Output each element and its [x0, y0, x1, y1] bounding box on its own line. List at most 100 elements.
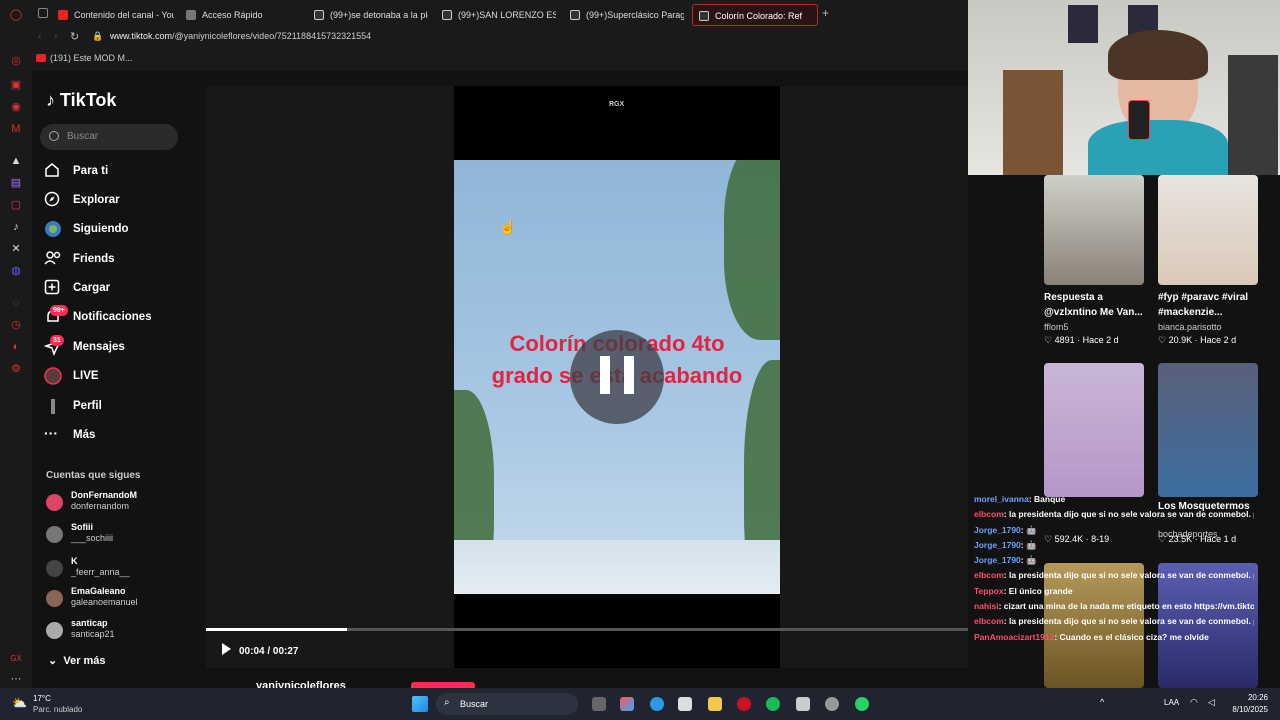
video-card-stats: ♡ 20.9K · Hace 2 d [1158, 335, 1237, 345]
nav-siguiendo[interactable]: Siguiendo [44, 217, 194, 241]
nav-mas[interactable]: ··· Más [44, 423, 194, 447]
mail-icon[interactable]: M [9, 122, 23, 136]
more-icon[interactable]: ⋯ [9, 672, 23, 686]
sidebar-app-icon[interactable]: ▲ [9, 154, 23, 168]
new-tab-button[interactable]: + [822, 6, 829, 20]
following-item[interactable]: santicap santicap21 [44, 618, 194, 646]
see-more-button[interactable]: ⌄ Ver más [48, 654, 106, 667]
nav-cargar[interactable]: Cargar [44, 276, 194, 300]
nav-friends[interactable]: Friends [44, 247, 194, 271]
chat-username[interactable]: elbcom [974, 509, 1004, 519]
chat-username[interactable]: elbcom [974, 570, 1004, 580]
windows-start-icon[interactable] [412, 696, 428, 712]
instagram-icon[interactable]: ▢ [9, 198, 23, 212]
back-icon[interactable]: ‹ [38, 31, 41, 42]
chat-username[interactable]: Jorge_1790 [974, 525, 1021, 535]
video-progress-bar[interactable] [206, 628, 968, 631]
sidebar-app-icon[interactable]: GX [9, 652, 23, 666]
copilot-icon[interactable] [620, 697, 634, 711]
tab[interactable]: (99+)se detonaba a la ple [308, 4, 428, 26]
chat-username[interactable]: morel_ivanna [974, 494, 1029, 504]
nav-para-ti[interactable]: Para ti [44, 159, 194, 183]
chat-username[interactable]: Jorge_1790 [974, 540, 1021, 550]
video-card-author[interactable]: fflom5 [1044, 322, 1144, 332]
sidebar-app-icon[interactable]: ◌ [9, 296, 23, 310]
settings-icon[interactable] [825, 697, 839, 711]
nav-perfil[interactable]: Perfil [44, 394, 194, 418]
notification-badge: 99+ [50, 305, 68, 316]
tab[interactable]: (99+)Superclásico Parag [564, 4, 684, 26]
tiktok-icon [314, 10, 324, 20]
clock-date[interactable]: 8/10/2025 [1222, 705, 1268, 714]
taskbar-search[interactable]: ⌕ Buscar [436, 693, 578, 715]
messenger-icon[interactable]: ◉ [9, 100, 23, 114]
store-icon[interactable] [678, 697, 692, 711]
video-card[interactable]: #fyp #paravc #viral #mackenzie... bianca.… [1158, 175, 1258, 346]
following-item[interactable]: Sofiii ___sochiiii [44, 522, 194, 550]
url-field[interactable]: www.tiktok.com/@yaniynicoleflores/video/… [110, 31, 371, 41]
discord-icon[interactable]: ◍ [9, 264, 23, 278]
opera-logo-icon[interactable]: ◯ [9, 8, 23, 22]
friends-icon [44, 250, 62, 268]
notepad-icon[interactable] [796, 697, 810, 711]
video-card[interactable] [1044, 363, 1144, 497]
chat-username[interactable]: Teppox [974, 586, 1004, 596]
message-badge: 31 [50, 335, 64, 346]
tiktok-icon [699, 11, 709, 21]
play-icon[interactable] [222, 643, 231, 655]
chevron-up-icon[interactable]: ^ [1100, 697, 1104, 707]
task-view-icon[interactable] [592, 697, 606, 711]
file-explorer-icon[interactable] [708, 697, 722, 711]
tab[interactable]: (99+)SAN LORENZO ES D [436, 4, 556, 26]
streamer-hair [1108, 30, 1208, 80]
whatsapp-icon[interactable] [855, 697, 869, 711]
chevron-down-icon: ⌄ [48, 655, 58, 667]
chat-username[interactable]: PanAmoacizart1912 [974, 632, 1054, 642]
twitch-icon[interactable]: ▤ [9, 176, 23, 190]
tiktok-logo[interactable]: ♪ TikTok [46, 90, 116, 111]
tab[interactable]: Acceso Rápido [180, 4, 300, 26]
bookmark-item[interactable]: (191) Este MOD M... [36, 53, 133, 63]
reload-icon[interactable]: ↻ [70, 30, 79, 43]
chat-text: El único grande [1008, 585, 1073, 596]
sidebar-app-icon[interactable]: ◎ [9, 54, 23, 68]
wifi-icon[interactable]: ◠ [1190, 697, 1198, 708]
forward-icon[interactable]: › [54, 31, 57, 42]
nav-mensajes[interactable]: 31 Mensajes [43, 335, 194, 359]
search-input[interactable]: Buscar [40, 124, 178, 150]
nav-live[interactable]: LIVE [44, 364, 194, 388]
settings-icon[interactable]: ⚙ [9, 362, 23, 376]
history-icon[interactable]: ◷ [9, 318, 23, 332]
language-indicator[interactable]: LAA [1164, 698, 1179, 707]
video-card-author[interactable]: bianca.parisotto [1158, 322, 1258, 332]
following-item[interactable]: DonFernandoM donfernandom [44, 490, 194, 518]
spotify-icon[interactable] [766, 697, 780, 711]
clock-time[interactable]: 20:26 [1222, 693, 1268, 702]
nav-explorar[interactable]: Explorar [44, 188, 194, 212]
tab-active[interactable]: Colorín Colorado: Ref [692, 4, 818, 26]
chat-text: 🤖 [1026, 555, 1037, 566]
video-card[interactable]: Respuesta a @vzlxntino Me Van... fflom5 ♡… [1044, 175, 1144, 346]
chat-username[interactable]: nahisi [974, 601, 999, 611]
volume-icon[interactable]: ◁ [1208, 697, 1215, 708]
tab-switcher-icon[interactable] [38, 8, 48, 18]
tab[interactable]: Contenido del canal - You [52, 4, 174, 26]
ground [454, 540, 780, 594]
sidebar-app-icon[interactable]: ▣ [9, 78, 23, 92]
tiktok-icon[interactable]: ♪ [9, 220, 23, 234]
chat-username[interactable]: Jorge_1790 [974, 555, 1021, 565]
shelf [1003, 70, 1063, 175]
x-icon[interactable]: ✕ [9, 242, 23, 256]
chat-message: morel_ivanna: Banque [974, 494, 1066, 504]
nav-notificaciones[interactable]: 99+ Notificaciones [44, 305, 194, 329]
weather-temp[interactable]: 17°C [33, 694, 51, 703]
opera-gx-icon[interactable] [737, 697, 751, 711]
following-item[interactable]: EmaGaleano galeanoemanuel [44, 586, 194, 614]
sidebar-app-icon[interactable]: ◐ [9, 340, 23, 354]
edge-icon[interactable] [650, 697, 664, 711]
following-item[interactable]: K _feerr_anna__ [44, 556, 194, 584]
chat-message: Jorge_1790: 🤖 [974, 539, 1037, 550]
pause-button[interactable] [570, 330, 664, 424]
chat-username[interactable]: elbcom [974, 616, 1004, 626]
video-thumbnail [1158, 175, 1258, 285]
